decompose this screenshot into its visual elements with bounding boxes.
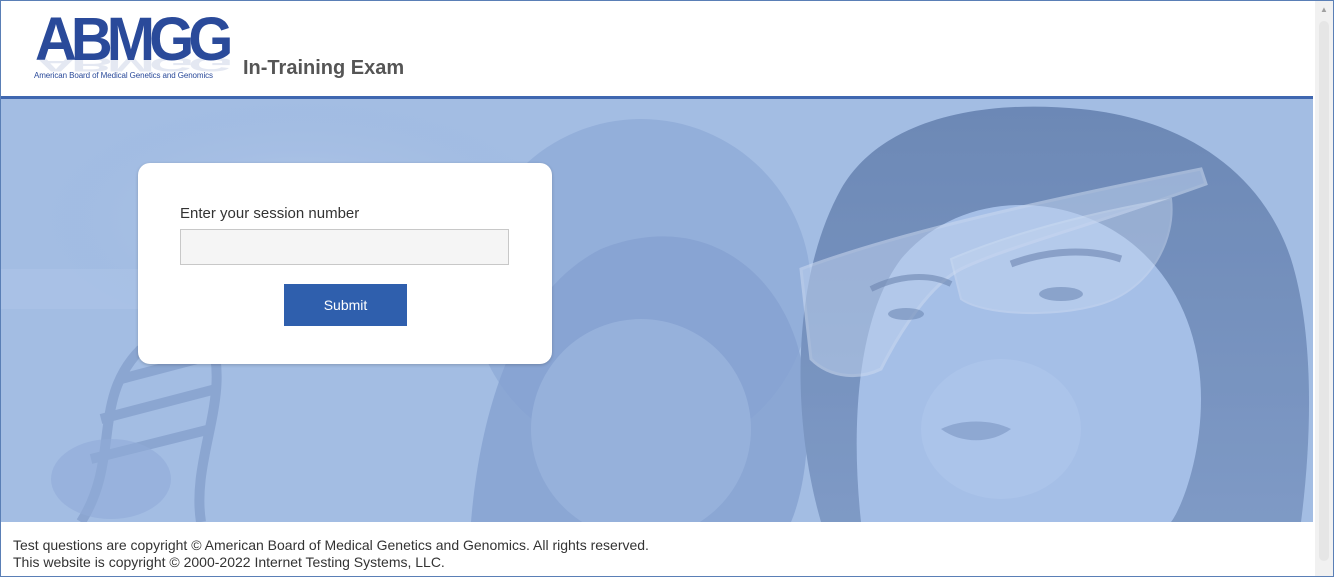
page-title: In-Training Exam xyxy=(243,57,405,79)
submit-button[interactable]: Submit xyxy=(284,284,407,326)
logo-subtitle: American Board of Medical Genetics and G… xyxy=(34,71,213,80)
hero-banner: Enter your session number Submit xyxy=(1,99,1313,522)
session-number-input[interactable] xyxy=(180,229,509,265)
scroll-up-arrow-icon[interactable]: ▲ xyxy=(1319,5,1329,15)
footer-copyright-website: This website is copyright © 2000-2022 In… xyxy=(13,554,445,570)
session-login-card: Enter your session number Submit xyxy=(138,163,552,364)
abmgg-logo[interactable]: ABMGG ABMGG American Board of Medical Ge… xyxy=(31,7,237,93)
session-number-label: Enter your session number xyxy=(180,205,360,222)
vertical-scrollbar[interactable]: ▲ xyxy=(1315,1,1333,576)
site-header: ABMGG ABMGG American Board of Medical Ge… xyxy=(1,1,1315,96)
browser-viewport: ABMGG ABMGG American Board of Medical Ge… xyxy=(0,0,1334,577)
site-footer: Test questions are copyright © American … xyxy=(13,537,649,571)
scrollbar-thumb[interactable] xyxy=(1319,21,1329,561)
footer-copyright-questions: Test questions are copyright © American … xyxy=(13,537,649,553)
